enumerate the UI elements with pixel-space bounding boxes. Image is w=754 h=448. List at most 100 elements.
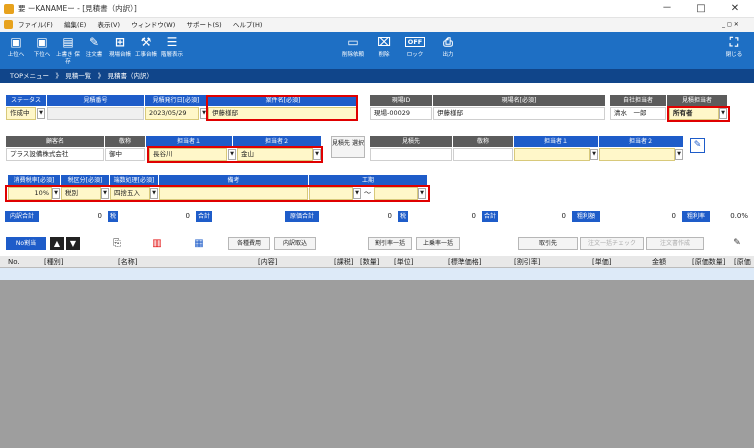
menu-bar: ファイル(F) 編集(E) 表示(V) ウィンドウ(W) サポート(S) ヘルプ… bbox=[0, 18, 754, 32]
cost-total-label: 原価合計 bbox=[285, 211, 319, 222]
breadcrumb: TOPメニュー 》 見積一覧 》 見積書（内訳） bbox=[0, 69, 754, 83]
purchase-order-icon: ✎ bbox=[88, 35, 100, 49]
col-cost-quantity[interactable]: [原価数量] bbox=[692, 256, 732, 268]
maximize-icon[interactable]: □ bbox=[688, 0, 714, 18]
window-title: 要 ーKANAMEー - [見積書（内訳）] bbox=[0, 0, 754, 18]
order-check-button[interactable]: 注文一括チェック bbox=[580, 237, 644, 250]
highlight-project-name bbox=[206, 95, 358, 121]
est-no-field bbox=[47, 107, 144, 120]
menu-file[interactable]: ファイル(F) bbox=[18, 21, 53, 29]
up-button[interactable]: ▣ 上位へ bbox=[4, 32, 28, 69]
cost-grand-value: 0 bbox=[471, 212, 476, 220]
lock-button[interactable]: OFF ロック bbox=[402, 32, 428, 69]
hierarchy-button[interactable]: ☰ 階層表示 bbox=[160, 32, 184, 69]
tax-tag: 税 bbox=[108, 211, 118, 222]
col-unit[interactable]: [単位] bbox=[394, 256, 418, 268]
save-button[interactable]: ▤ 上書き 保存 bbox=[56, 32, 80, 69]
move-up-icon[interactable]: ▲ bbox=[50, 237, 64, 250]
cost-grand-label: 合計 bbox=[482, 211, 498, 222]
col-no[interactable]: No. bbox=[8, 256, 28, 268]
col-type[interactable]: [種別] bbox=[44, 256, 84, 268]
status-select[interactable]: 作成中 bbox=[6, 107, 36, 120]
dest-person2-header: 担当者２ bbox=[599, 136, 683, 147]
highlight-persons bbox=[147, 146, 323, 163]
issue-date-header: 見積発行日[必須] bbox=[145, 95, 207, 106]
trash-icon: ⌧ bbox=[377, 35, 391, 49]
grid-body bbox=[0, 280, 754, 448]
chevron-down-icon[interactable]: ▼ bbox=[37, 108, 45, 119]
site-id-field: 現場-00029 bbox=[370, 107, 432, 120]
site-id-header: 現場ID bbox=[370, 95, 432, 106]
col-standard-price[interactable]: [標準価格] bbox=[448, 256, 488, 268]
calendar-icon[interactable]: ▦ bbox=[192, 236, 206, 251]
detail-total-label: 内訳合計 bbox=[5, 211, 39, 222]
cost-tax-tag: 税 bbox=[398, 211, 408, 222]
delete-button[interactable]: ⌧ 削除 bbox=[372, 32, 396, 69]
cost-placeholder bbox=[214, 211, 278, 222]
honorific-field: 御中 bbox=[105, 148, 145, 161]
down-button[interactable]: ▣ 下位へ bbox=[30, 32, 54, 69]
delete-request-button[interactable]: ▭ 削除依頼 bbox=[340, 32, 366, 69]
grid-row-selected[interactable] bbox=[0, 268, 754, 280]
edit-icon[interactable]: ✎ bbox=[690, 138, 705, 153]
discount-bulk-button[interactable]: 割引率一括 bbox=[368, 237, 412, 250]
close-window-button[interactable]: ⛶ 閉じる bbox=[722, 32, 746, 69]
up-level-icon: ▣ bbox=[10, 35, 22, 49]
dest-person2-select[interactable] bbox=[599, 148, 675, 161]
copy-icon[interactable]: ⎘ bbox=[110, 236, 124, 251]
own-person-header: 自社担当者 bbox=[610, 95, 666, 106]
chevron-down-icon[interactable]: ▼ bbox=[590, 149, 598, 160]
purchase-order-button[interactable]: ✎ 注文書 bbox=[82, 32, 106, 69]
col-quantity[interactable]: [数量] bbox=[360, 256, 384, 268]
gross-margin-value: 0.0% bbox=[730, 212, 748, 220]
select-destination-button[interactable]: 見積先 選択 bbox=[331, 136, 365, 158]
issue-date-field[interactable]: 2023/05/29 bbox=[145, 107, 199, 120]
col-taxable[interactable]: [課税] bbox=[334, 256, 358, 268]
doc-icon bbox=[4, 20, 13, 29]
site-ledger-icon: ⊞ bbox=[114, 35, 126, 49]
gross-margin-label: 粗利率 bbox=[682, 211, 710, 222]
menu-view[interactable]: 表示(V) bbox=[97, 21, 120, 29]
col-unit-price[interactable]: [単価] bbox=[592, 256, 616, 268]
col-amount[interactable]: 金額 bbox=[652, 256, 676, 268]
supplier-button[interactable]: 取引先 bbox=[518, 237, 578, 250]
menu-support[interactable]: サポート(S) bbox=[186, 21, 221, 29]
expenses-button[interactable]: 各種費用 bbox=[228, 237, 270, 250]
delete-row-icon[interactable]: ▥ bbox=[150, 236, 164, 251]
detail-grand-value: 0 bbox=[185, 212, 190, 220]
col-content[interactable]: [内容] bbox=[258, 256, 298, 268]
site-ledger-button[interactable]: ⊞ 現場台帳 bbox=[108, 32, 132, 69]
dest-honorific-header: 敬称 bbox=[453, 136, 513, 147]
output-button[interactable]: ⎙ 出力 bbox=[436, 32, 460, 69]
down-level-icon: ▣ bbox=[36, 35, 48, 49]
close-icon[interactable]: ✕ bbox=[722, 0, 748, 18]
menu-help[interactable]: ヘルプ(H) bbox=[233, 21, 262, 29]
menu-edit[interactable]: 編集(E) bbox=[64, 21, 86, 29]
work-ledger-button[interactable]: ⚒ 工事台帳 bbox=[134, 32, 158, 69]
no-assign-button[interactable]: No割当 bbox=[6, 237, 46, 250]
site-name-header: 現場名[必須] bbox=[433, 95, 605, 106]
app-icon bbox=[4, 4, 14, 14]
col-cost[interactable]: [原価 bbox=[734, 256, 754, 268]
markup-bulk-button[interactable]: 上乗率一括 bbox=[416, 237, 460, 250]
customer-field: プラス設備株式会社 bbox=[6, 148, 104, 161]
col-name[interactable]: [名称] bbox=[118, 256, 158, 268]
lock-toggle-icon: OFF bbox=[402, 32, 428, 52]
pencil-icon[interactable]: ✎ bbox=[730, 236, 744, 251]
printer-icon: ⎙ bbox=[443, 35, 453, 49]
order-create-button[interactable]: 注文書作成 bbox=[646, 237, 704, 250]
col-discount-rate[interactable]: [割引率] bbox=[514, 256, 544, 268]
dest-person1-select[interactable] bbox=[514, 148, 590, 161]
est-no-header: 見積番号 bbox=[47, 95, 144, 106]
minimize-icon[interactable]: － bbox=[654, 0, 680, 18]
chevron-down-icon[interactable]: ▼ bbox=[675, 149, 683, 160]
customer-header: 顧客名 bbox=[6, 136, 104, 147]
grand-total-label: 合計 bbox=[196, 211, 212, 222]
status-header: ステータス bbox=[6, 95, 46, 106]
import-detail-button[interactable]: 内訳取込 bbox=[274, 237, 316, 250]
mdi-controls[interactable]: _ ◻ ✕ bbox=[722, 18, 754, 32]
destination-header: 見積先 bbox=[370, 136, 452, 147]
move-down-icon[interactable]: ▼ bbox=[66, 237, 80, 250]
menu-window[interactable]: ウィンドウ(W) bbox=[131, 21, 175, 29]
own-person-field: 清水 一郎 bbox=[610, 107, 666, 120]
